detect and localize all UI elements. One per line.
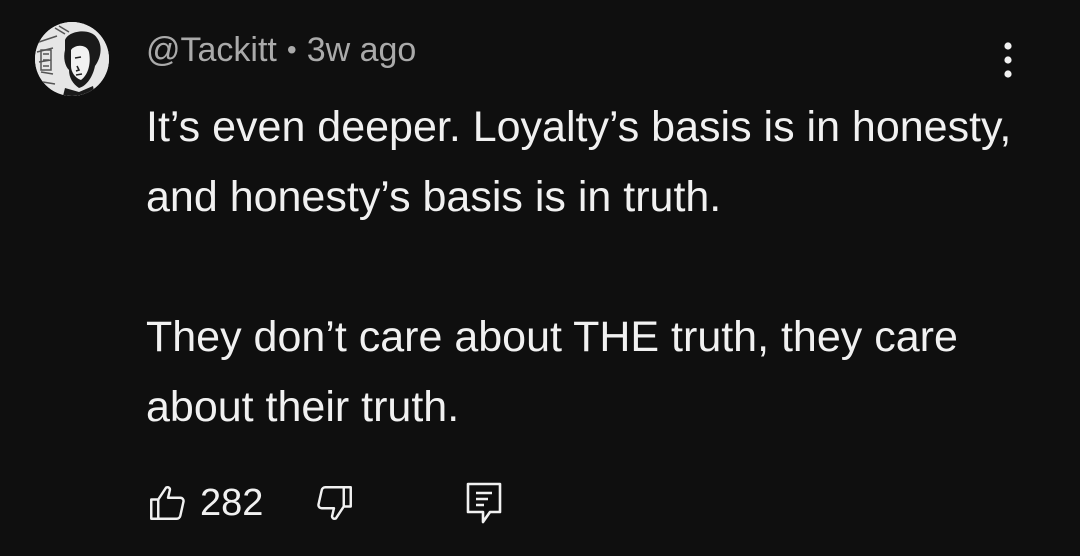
thumbs-up-icon (150, 486, 185, 520)
comment-text: It’s even deeper. Loyalty’s basis is in … (146, 92, 1026, 442)
author-name[interactable]: @Tackitt (146, 31, 277, 70)
comment-paragraph: They don’t care about THE truth, they ca… (146, 313, 958, 431)
thumbs-down-icon (317, 486, 352, 520)
avatar-image (35, 22, 109, 96)
dislike-button[interactable] (314, 476, 356, 530)
comment-thread-item: @Tackitt • 3w ago It’s even deeper. Loya… (0, 0, 1080, 556)
reply-button[interactable] (464, 476, 504, 530)
comment-paragraph: It’s even deeper. Loyalty’s basis is in … (146, 103, 1012, 221)
like-button[interactable]: 282 (146, 476, 263, 530)
like-count: 282 (200, 481, 264, 524)
header-separator: • (286, 34, 297, 65)
comment-timestamp[interactable]: 3w ago (307, 31, 417, 70)
comment-header: @Tackitt • 3w ago (146, 30, 416, 70)
reply-comment-icon (466, 482, 502, 524)
more-vert-icon (1004, 42, 1012, 78)
more-options-button[interactable] (990, 38, 1026, 82)
avatar[interactable] (35, 22, 109, 96)
